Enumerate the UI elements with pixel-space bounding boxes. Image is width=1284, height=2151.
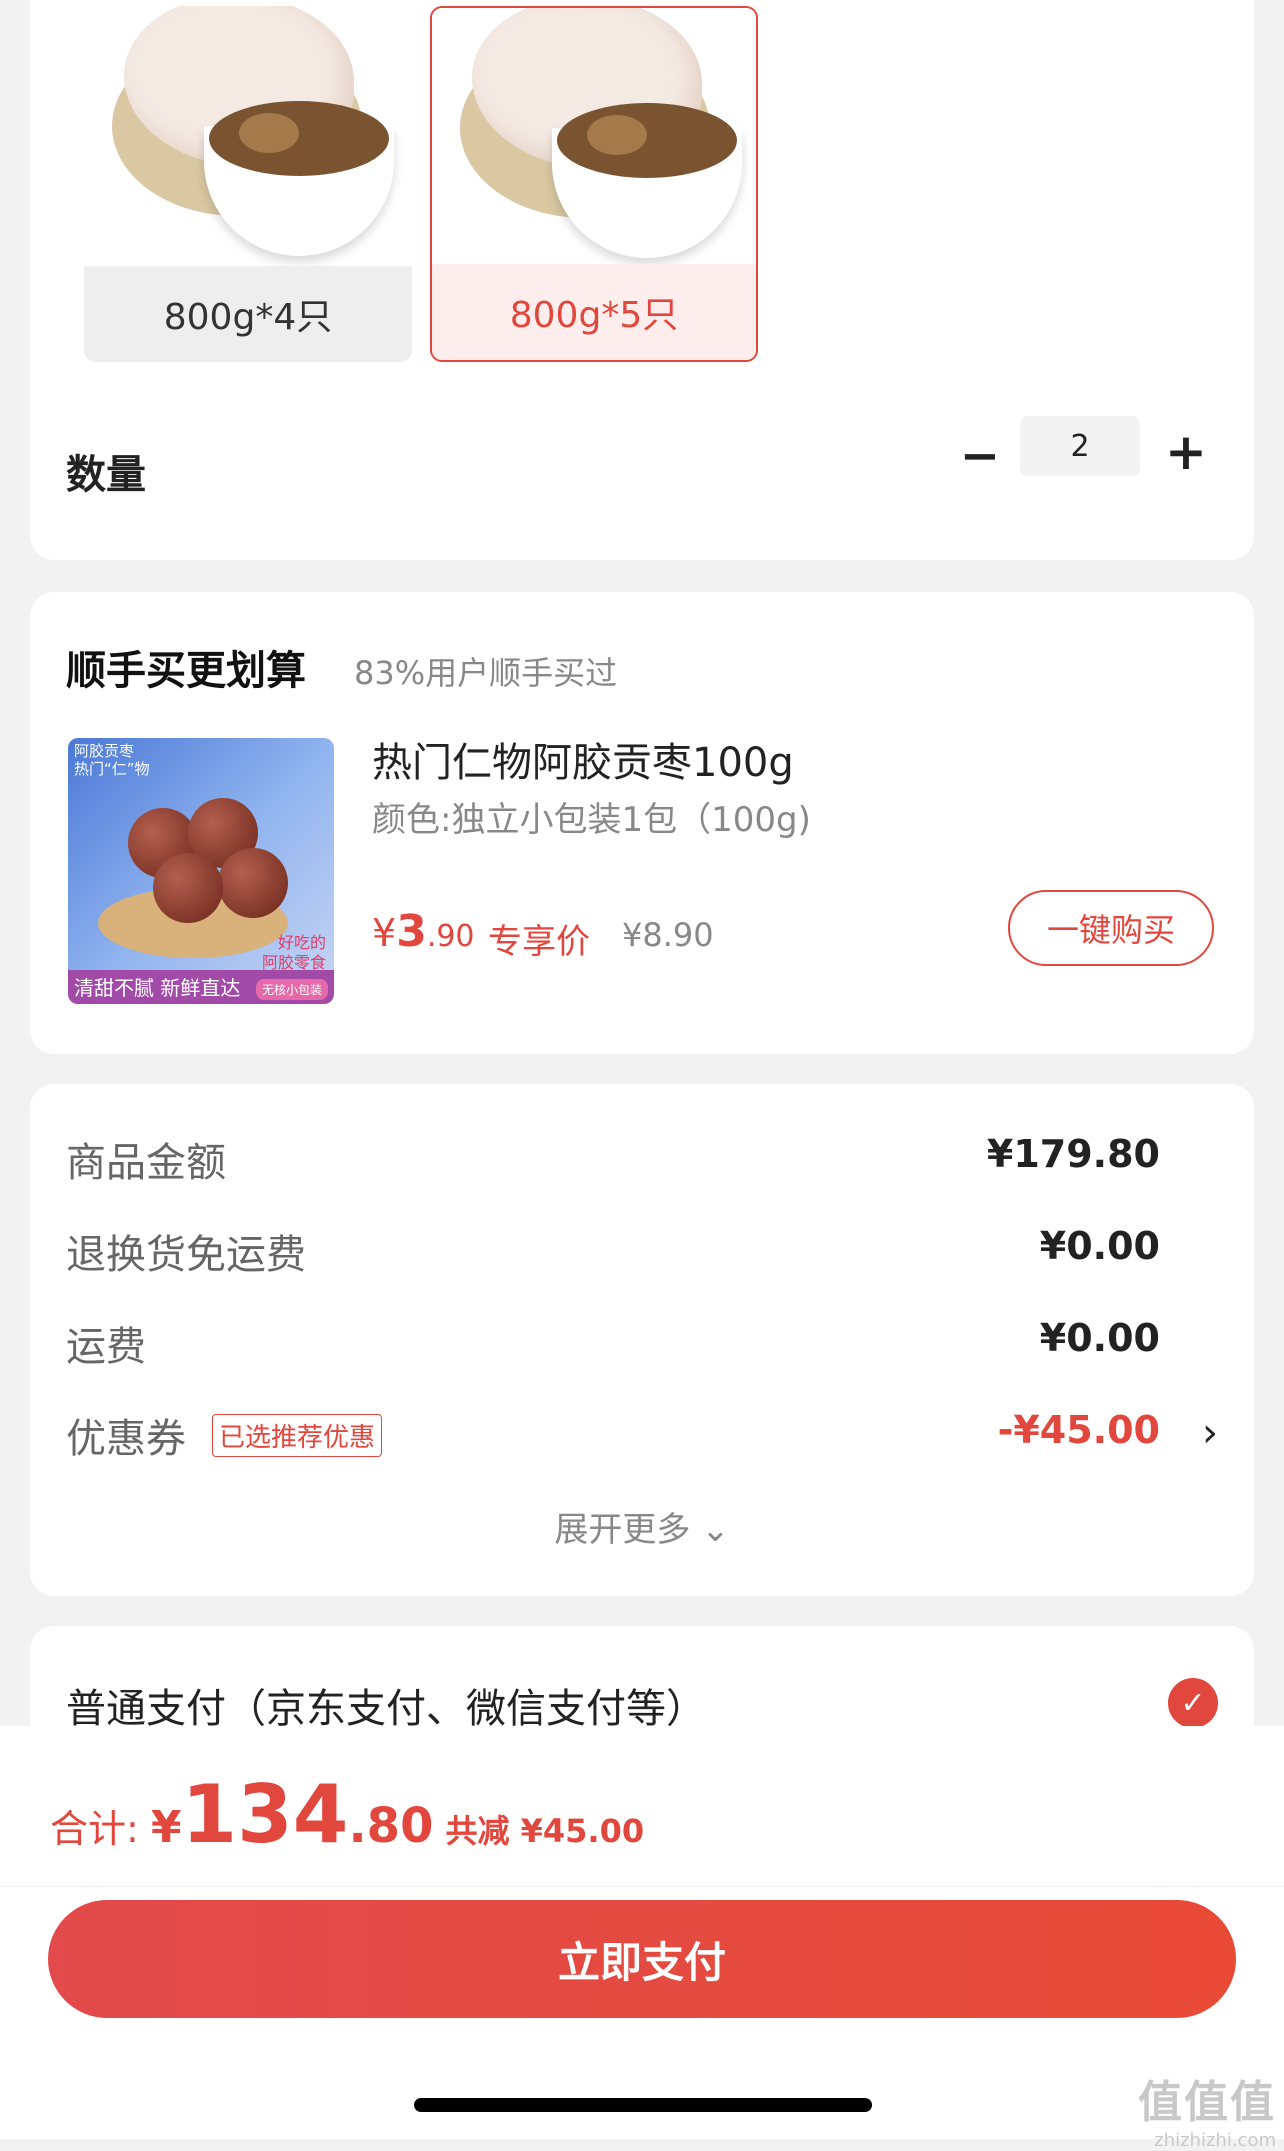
home-indicator[interactable]	[414, 2098, 872, 2112]
image-text: 清甜不腻 新鲜直达	[74, 976, 241, 1000]
upsell-product-image[interactable]: 阿胶贡枣 热门“仁”物 好吃的 阿胶零食 清甜不腻 新鲜直达 无核小包装	[68, 738, 334, 1004]
checkmark-icon[interactable]: ✓	[1168, 1678, 1218, 1728]
upsell-price: ¥3.90	[372, 906, 475, 957]
upsell-product-spec: 颜色:独立小包装1包（100g)	[372, 800, 811, 840]
summary-label-coupon[interactable]: 优惠券	[66, 1406, 186, 1464]
image-text: 阿胶贡枣	[74, 742, 135, 760]
quantity-input[interactable]: 2	[1020, 416, 1140, 476]
summary-label-shipping: 运费	[66, 1324, 146, 1370]
product-image	[84, 6, 412, 266]
coupon-tag: 已选推荐优惠	[212, 1414, 383, 1457]
original-price: ¥8.90	[622, 916, 714, 954]
spec-option-800g-4[interactable]: 800g*4只	[84, 6, 412, 362]
upsell-card: 顺手买更划算 83%用户顺手买过 阿胶贡枣 热门“仁”物 好吃的 阿胶零食 清甜…	[30, 592, 1254, 1054]
summary-value-shipping: ¥0.00	[1039, 1316, 1160, 1360]
summary-label-goods: 商品金额	[66, 1140, 226, 1186]
quantity-minus-button[interactable]: −	[950, 426, 1010, 486]
price-dec: .90	[426, 919, 475, 954]
total-int: 134	[181, 1768, 349, 1861]
watermark: 值值值 zhizhizhi.com	[1138, 2066, 1276, 2151]
summary-value-goods: ¥179.80	[986, 1132, 1160, 1176]
total-saved: 共减 ¥45.00	[445, 1812, 645, 1850]
order-summary-card: 商品金额 ¥179.80 退换货免运费 ¥0.00 运费 ¥0.00 优惠券 已…	[30, 1084, 1254, 1596]
upsell-subtitle: 83%用户顺手买过	[354, 654, 618, 692]
spec-card: 800g*4只 800g*5只 数量 − 2 +	[30, 0, 1254, 560]
bottom-bar: 合计: ¥134.80 共减 ¥45.00 立即支付 值值值 zhizhizhi.c…	[0, 1726, 1284, 2151]
divider	[0, 1886, 1284, 1887]
summary-value-return-shipping: ¥0.00	[1039, 1224, 1160, 1268]
upsell-product-name[interactable]: 热门仁物阿胶贡枣100g	[372, 730, 794, 788]
price-int: 3	[396, 906, 427, 957]
product-image	[432, 8, 756, 268]
watermark-url: zhizhizhi.com	[1154, 2130, 1276, 2151]
total-amount: 合计: ¥134.80 共减 ¥45.00	[50, 1768, 644, 1861]
quantity-plus-button[interactable]: +	[1156, 422, 1216, 482]
watermark-logo: 值值值	[1138, 2077, 1276, 2128]
spec-option-label: 800g*4只	[84, 266, 412, 362]
expand-more-button[interactable]: 展开更多 ⌄	[30, 1502, 1254, 1551]
total-dec: .80	[348, 1798, 434, 1854]
image-text: 无核小包装	[255, 979, 328, 1000]
quantity-label: 数量	[66, 452, 146, 498]
upsell-title: 顺手买更划算	[66, 648, 306, 694]
image-text: 热门“仁”物	[74, 760, 150, 778]
spec-option-800g-5[interactable]: 800g*5只	[430, 6, 758, 362]
price-symbol: ¥	[372, 911, 397, 955]
summary-value-coupon[interactable]: -¥45.00	[998, 1408, 1160, 1452]
spec-option-label: 800g*5只	[432, 264, 756, 360]
summary-label-return-shipping: 退换货免运费	[66, 1232, 306, 1278]
exclusive-price-label: 专享价	[488, 922, 590, 962]
image-text: 好吃的	[277, 933, 326, 952]
chevron-right-icon[interactable]: ›	[1202, 1410, 1218, 1456]
pay-now-button[interactable]: 立即支付	[48, 1900, 1236, 2018]
one-click-buy-button[interactable]: 一键购买	[1008, 890, 1214, 966]
total-yen: ¥	[150, 1802, 182, 1853]
total-label: 合计:	[50, 1807, 139, 1851]
